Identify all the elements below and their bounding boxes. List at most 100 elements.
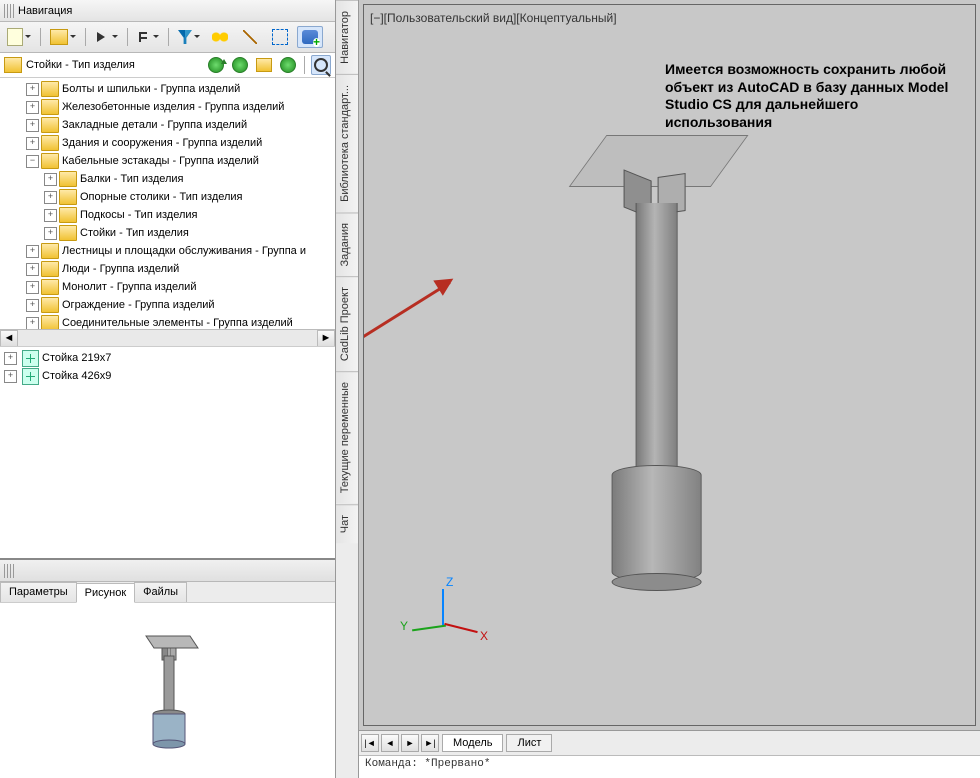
tree-node[interactable]: + Болты и шпильки - Группа изделий <box>2 80 335 98</box>
tree-node-label: Опорные столики - Тип изделия <box>80 191 243 203</box>
wand-button[interactable] <box>237 26 263 48</box>
tree-node[interactable]: +Закладные детали - Группа изделий <box>2 116 335 134</box>
axis-gizmo[interactable]: Z Y X <box>404 585 484 665</box>
expand-icon[interactable]: + <box>26 263 39 276</box>
folder-icon <box>59 189 77 205</box>
layout-first-button[interactable]: |◄ <box>361 734 379 752</box>
tab-sheet[interactable]: Лист <box>506 734 552 752</box>
select-box-button[interactable] <box>267 26 293 48</box>
side-tab[interactable]: CadLib Проект <box>336 276 358 371</box>
tree-pane: + Болты и шпильки - Группа изделий +Железо… <box>0 78 335 346</box>
expand-icon[interactable]: + <box>26 299 39 312</box>
play-icon <box>97 32 110 42</box>
tree-node[interactable]: + Здания и сооружения - Группа изделий <box>2 134 335 152</box>
expand-icon[interactable]: + <box>44 227 57 240</box>
breadcrumb: Стойки - Тип изделия <box>0 53 335 78</box>
binoculars-icon <box>212 31 228 43</box>
scroll-right-button[interactable]: ► <box>317 330 335 347</box>
tree-node-label: Люди - Группа изделий <box>62 263 179 275</box>
right-pane: [−][Пользовательский вид][Концептуальный… <box>359 0 980 778</box>
tree-node[interactable]: + Монолит - Группа изделий <box>2 278 335 296</box>
tree-node-label: Болты и шпильки - Группа изделий <box>62 83 240 95</box>
db-add-button[interactable] <box>297 26 323 48</box>
tree-node[interactable]: + Балки - Тип изделия <box>2 170 335 188</box>
navigation-toolbar <box>0 22 335 53</box>
object-list: + Стойка 219x7 + Стойка 426x9 <box>0 346 335 387</box>
scroll-left-button[interactable]: ◄ <box>0 330 18 347</box>
list-item-label: Стойка 426x9 <box>42 370 111 382</box>
side-tab[interactable]: Текущие переменные <box>336 371 358 503</box>
nav-next-button[interactable] <box>278 55 298 75</box>
list-item-label: Стойка 219x7 <box>42 352 111 364</box>
tree-node[interactable]: +Железобетонные изделия - Группа изделий <box>2 98 335 116</box>
side-tab[interactable]: Задания <box>336 212 358 276</box>
side-tab[interactable]: Чат <box>336 504 358 543</box>
component-icon <box>22 350 39 367</box>
expand-icon[interactable]: + <box>26 317 39 330</box>
list-item[interactable]: + Стойка 426x9 <box>4 367 331 385</box>
tab-files[interactable]: Файлы <box>134 582 187 602</box>
expand-icon[interactable]: + <box>26 281 39 294</box>
folder-up-button[interactable] <box>254 55 274 75</box>
wand-icon <box>243 30 257 44</box>
layout-prev-button[interactable]: ◄ <box>381 734 399 752</box>
nav-back-button[interactable] <box>206 55 226 75</box>
viewport[interactable]: [−][Пользовательский вид][Концептуальный… <box>363 4 976 726</box>
find-button[interactable] <box>207 26 233 48</box>
nav-forward-button[interactable] <box>230 55 250 75</box>
grip-icon <box>4 4 14 18</box>
3d-column-model[interactable] <box>565 135 745 595</box>
expand-icon[interactable]: + <box>26 245 39 258</box>
expand-icon[interactable]: + <box>4 370 17 383</box>
grip-icon <box>4 564 14 578</box>
folder-icon <box>41 99 59 115</box>
run-button[interactable] <box>92 26 121 48</box>
tree-node[interactable]: + Лестницы и площадки обслуживания - Груп… <box>2 242 335 260</box>
tree-node-label: Монолит - Группа изделий <box>62 281 196 293</box>
separator-icon <box>168 28 169 46</box>
tab-model[interactable]: Модель <box>442 734 503 752</box>
expand-icon[interactable]: + <box>44 209 57 222</box>
preview-3d-icon <box>128 626 208 756</box>
open-folder-button[interactable] <box>47 26 79 48</box>
new-doc-button[interactable] <box>4 26 34 48</box>
axis-z-label: Z <box>446 575 453 589</box>
expand-icon[interactable]: + <box>4 352 17 365</box>
expand-icon[interactable]: + <box>44 173 57 186</box>
folder-icon <box>59 207 77 223</box>
list-item[interactable]: + Стойка 219x7 <box>4 349 331 367</box>
tree-node[interactable]: +Ограждение - Группа изделий <box>2 296 335 314</box>
expand-icon[interactable]: + <box>26 137 39 150</box>
separator-icon <box>304 56 305 74</box>
side-tab[interactable]: Библиотека стандарт... <box>336 74 358 212</box>
tree-node-label: Здания и сооружения - Группа изделий <box>62 137 262 149</box>
layout-last-button[interactable]: ►| <box>421 734 439 752</box>
tree-mode-button[interactable] <box>134 26 162 48</box>
tree-node[interactable]: + Опорные столики - Тип изделия <box>2 188 335 206</box>
expand-icon[interactable]: + <box>26 119 39 132</box>
tree-node[interactable]: + Люди - Группа изделий <box>2 260 335 278</box>
tree-node-label: Лестницы и площадки обслуживания - Групп… <box>62 245 306 257</box>
preview-panel: Параметры Рисунок Файлы <box>0 558 335 778</box>
breadcrumb-text: Стойки - Тип изделия <box>26 59 202 71</box>
filter-button[interactable] <box>175 26 203 48</box>
folder-icon <box>41 297 59 313</box>
tree-node[interactable]: −Кабельные эстакады - Группа изделий <box>2 152 335 170</box>
expand-icon[interactable]: + <box>26 83 39 96</box>
tab-params[interactable]: Параметры <box>0 582 77 602</box>
tree-node[interactable]: +Подкосы - Тип изделия <box>2 206 335 224</box>
view-label[interactable]: [−][Пользовательский вид][Концептуальный… <box>370 11 617 25</box>
expand-icon[interactable]: + <box>26 101 39 114</box>
folder-icon <box>41 135 59 151</box>
tree-node-label: Балки - Тип изделия <box>80 173 184 185</box>
search-button[interactable] <box>311 55 331 75</box>
expand-icon[interactable]: + <box>44 191 57 204</box>
tab-image[interactable]: Рисунок <box>76 583 136 603</box>
collapse-icon[interactable]: − <box>26 155 39 168</box>
layout-next-button[interactable]: ► <box>401 734 419 752</box>
tree-node[interactable]: +Стойки - Тип изделия <box>2 224 335 242</box>
tree-h-scrollbar[interactable]: ◄ ► <box>0 329 335 346</box>
layout-tab-bar: |◄ ◄ ► ►| Модель Лист <box>359 730 980 755</box>
command-line[interactable]: Команда: *Прервано* <box>359 755 980 778</box>
side-tab[interactable]: Навигатор <box>336 0 358 74</box>
